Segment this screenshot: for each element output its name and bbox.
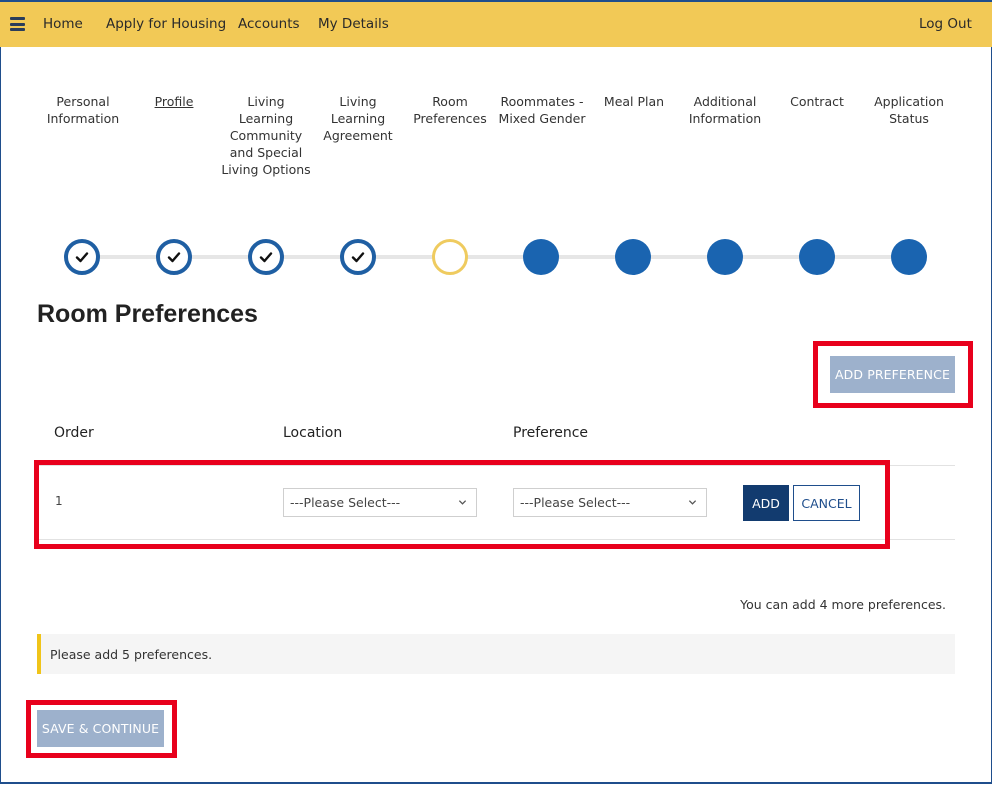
warning-notice: Please add 5 preferences. [37, 634, 955, 674]
chevron-down-icon [688, 500, 697, 505]
nav-apply-for-housing-link[interactable]: Apply for Housing [106, 16, 226, 32]
step-label-meal-plan[interactable]: Meal Plan [588, 93, 680, 110]
column-header-preference: Preference [513, 425, 589, 441]
add-row-button[interactable]: ADD [743, 485, 789, 521]
row-order-number: 1 [55, 494, 63, 508]
preference-select-value: ---Please Select--- [520, 495, 631, 510]
step-complete-checkmark-icon[interactable] [340, 239, 376, 275]
nav-home-link[interactable]: Home [43, 16, 83, 32]
remaining-preferences-text: You can add 4 more preferences. [740, 597, 946, 612]
step-label-living-learning-community[interactable]: Living Learning Community and Special Li… [220, 93, 312, 178]
step-complete-checkmark-icon[interactable] [248, 239, 284, 275]
column-header-order: Order [54, 425, 94, 441]
step-pending-circle-icon[interactable] [707, 239, 743, 275]
step-label-room-preferences: Room Preferences [413, 94, 487, 126]
step-complete-checkmark-icon[interactable] [64, 239, 100, 275]
step-pending-circle-icon[interactable] [615, 239, 651, 275]
step-label-roommates[interactable]: Roommates - Mixed Gender [496, 93, 588, 127]
nav-my-details-link[interactable]: My Details [318, 16, 389, 32]
save-and-continue-button[interactable]: SAVE & CONTINUE [37, 710, 164, 747]
preference-select[interactable]: ---Please Select--- [513, 488, 707, 517]
cancel-row-button[interactable]: CANCEL [793, 485, 860, 521]
step-pending-circle-icon[interactable] [523, 239, 559, 275]
step-current-circle-icon [432, 239, 468, 275]
step-label-personal-information[interactable]: Personal Information [37, 93, 129, 127]
progress-track [82, 255, 908, 259]
step-label-profile[interactable]: Profile [128, 93, 220, 110]
page-title: Room Preferences [37, 300, 258, 328]
hamburger-menu-icon[interactable] [10, 17, 25, 31]
add-preference-button[interactable]: ADD PREFERENCE [830, 356, 955, 393]
column-header-location: Location [283, 425, 343, 441]
step-pending-circle-icon[interactable] [891, 239, 927, 275]
location-select[interactable]: ---Please Select--- [283, 488, 477, 517]
top-nav-bar: Home Apply for Housing Accounts My Detai… [0, 0, 992, 47]
location-select-value: ---Please Select--- [290, 495, 401, 510]
step-label-additional-information[interactable]: Additional Information [679, 93, 771, 127]
step-complete-checkmark-icon[interactable] [156, 239, 192, 275]
step-label-living-learning-agreement[interactable]: Living Learning Agreement [312, 93, 404, 144]
step-label-contract[interactable]: Contract [771, 93, 863, 110]
step-label-application-status[interactable]: Application Status [863, 93, 955, 127]
warning-notice-text: Please add 5 preferences. [50, 646, 213, 662]
chevron-down-icon [458, 500, 467, 505]
nav-accounts-link[interactable]: Accounts [238, 16, 300, 32]
step-pending-circle-icon[interactable] [799, 239, 835, 275]
log-out-link[interactable]: Log Out [919, 16, 972, 32]
